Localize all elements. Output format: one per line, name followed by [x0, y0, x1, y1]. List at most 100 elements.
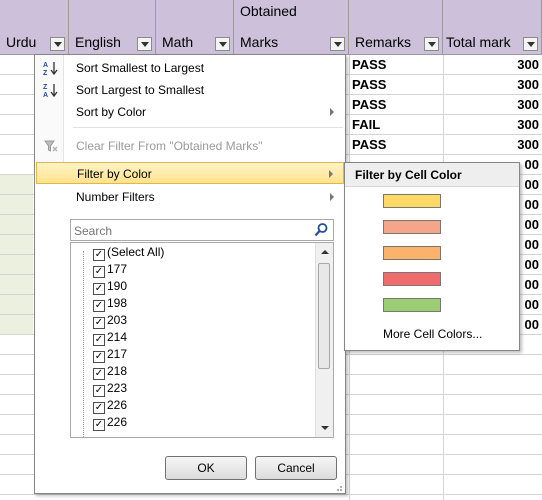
- list-item-label: 218: [107, 364, 128, 378]
- menu-clear-filter[interactable]: Clear Filter From "Obtained Marks": [36, 135, 344, 157]
- filter-dropdown-urdu[interactable]: [50, 37, 65, 51]
- header-math-label: Math: [162, 34, 194, 50]
- green-cell[interactable]: [0, 235, 33, 254]
- green-cell[interactable]: [0, 195, 33, 214]
- remarks-cell[interactable]: PASS: [349, 95, 442, 115]
- total-cell[interactable]: 300: [443, 135, 542, 155]
- green-cell[interactable]: [0, 215, 33, 234]
- header-obtained-marks: Obtained Marks: [234, 0, 349, 55]
- header-total-marks: Total mark: [443, 0, 542, 55]
- green-cell[interactable]: [0, 275, 33, 294]
- scroll-down-icon[interactable]: [321, 426, 329, 430]
- list-item-label: 226: [107, 415, 128, 429]
- search-icon[interactable]: [313, 222, 329, 238]
- resize-grip-icon[interactable]: [333, 481, 343, 491]
- list-item[interactable]: ✓ 198: [93, 295, 128, 312]
- checkbox-checked-icon[interactable]: ✓: [93, 317, 105, 329]
- green-cell[interactable]: [0, 295, 33, 314]
- autofilter-menu: AZ Sort Smallest to Largest ZA Sort Larg…: [34, 54, 346, 494]
- filter-dropdown-remarks[interactable]: [424, 37, 439, 51]
- submenu-title: Filter by Cell Color: [345, 163, 519, 187]
- ok-button[interactable]: OK: [165, 456, 247, 480]
- remarks-cell[interactable]: PASS: [349, 135, 442, 155]
- list-scrollbar[interactable]: [315, 243, 333, 437]
- tree-line: [83, 251, 85, 437]
- list-item[interactable]: ✓ 217: [93, 346, 128, 363]
- filter-dropdown-total[interactable]: [523, 37, 538, 51]
- list-item-label: 217: [107, 347, 128, 361]
- color-swatch-orange[interactable]: [383, 246, 441, 260]
- header-english-label: English: [75, 34, 121, 50]
- list-item[interactable]: ✓ 177: [93, 261, 128, 278]
- menu-sort-descending[interactable]: ZA Sort Largest to Smallest: [36, 79, 344, 101]
- checkbox-checked-icon[interactable]: ✓: [93, 419, 105, 431]
- list-item[interactable]: ✓ 203: [93, 312, 128, 329]
- list-item[interactable]: ✓ 190: [93, 278, 127, 295]
- search-input[interactable]: [71, 220, 312, 242]
- clear-filter-icon: [43, 138, 59, 154]
- search-box[interactable]: [70, 219, 334, 242]
- checkbox-checked-icon[interactable]: ✓: [93, 249, 105, 261]
- checkbox-checked-icon[interactable]: ✓: [93, 334, 105, 346]
- color-swatch-yellow[interactable]: [383, 194, 441, 208]
- list-item[interactable]: ✓ 218: [93, 363, 128, 380]
- sort-by-color-label: Sort by Color: [76, 105, 147, 119]
- color-swatch-salmon[interactable]: [383, 220, 441, 234]
- checkbox-checked-icon[interactable]: ✓: [93, 283, 105, 295]
- total-cell[interactable]: 300: [443, 55, 542, 75]
- svg-text:Z: Z: [43, 84, 48, 91]
- list-item[interactable]: ✓ 223: [93, 380, 127, 397]
- total-cell[interactable]: 300: [443, 95, 542, 115]
- checkbox-checked-icon[interactable]: ✓: [93, 368, 105, 380]
- scroll-up-icon[interactable]: [321, 250, 329, 254]
- menu-sort-by-color[interactable]: Sort by Color: [36, 101, 344, 123]
- checkbox-checked-icon[interactable]: ✓: [93, 385, 105, 397]
- color-swatch-green[interactable]: [383, 298, 441, 312]
- menu-number-filters[interactable]: Number Filters: [36, 186, 344, 208]
- remarks-cell[interactable]: PASS: [349, 55, 442, 75]
- remarks-cell[interactable]: FAIL: [349, 115, 442, 135]
- checkbox-checked-icon[interactable]: ✓: [93, 351, 105, 363]
- filter-dropdown-obtained-marks[interactable]: [330, 37, 345, 51]
- sort-ascending-icon: AZ: [43, 60, 59, 77]
- header-urdu: Urdu: [0, 0, 69, 55]
- header-urdu-label: Urdu: [6, 34, 37, 50]
- filter-by-color-submenu: Filter by Cell Color More Cell Colors...: [344, 162, 520, 351]
- checkbox-checked-icon[interactable]: ✓: [93, 402, 105, 414]
- list-item[interactable]: ✓ 214: [93, 329, 128, 346]
- checkbox-checked-icon[interactable]: ✓: [93, 300, 105, 312]
- color-swatch-red[interactable]: [383, 272, 441, 286]
- green-cell[interactable]: [0, 175, 33, 194]
- filter-by-color-label: Filter by Color: [77, 167, 152, 181]
- header-total-label: Total mark: [446, 34, 511, 50]
- list-item-label: 177: [107, 262, 128, 276]
- clear-filter-label: Clear Filter From "Obtained Marks": [76, 139, 263, 153]
- header-english: English: [69, 0, 156, 55]
- list-item-label: 214: [107, 330, 128, 344]
- list-item[interactable]: ✓ 226: [93, 414, 128, 431]
- submenu-arrow-icon: [330, 193, 334, 201]
- submenu-arrow-icon: [330, 108, 334, 116]
- list-item-label: 203: [107, 313, 128, 327]
- green-cell[interactable]: [0, 255, 33, 274]
- list-item[interactable]: ✓ (Select All): [93, 244, 164, 261]
- number-filters-label: Number Filters: [76, 190, 155, 204]
- checkbox-checked-icon[interactable]: ✓: [93, 266, 105, 278]
- scrollbar-thumb[interactable]: [318, 263, 330, 369]
- green-cell[interactable]: [0, 315, 33, 334]
- remarks-cell[interactable]: PASS: [349, 75, 442, 95]
- list-item[interactable]: ✓ 226: [93, 397, 127, 414]
- filter-dropdown-english[interactable]: [137, 37, 152, 51]
- sort-ascending-label: Sort Smallest to Largest: [76, 61, 205, 75]
- cancel-button[interactable]: Cancel: [255, 456, 337, 480]
- header-math: Math: [156, 0, 234, 55]
- svg-text:A: A: [43, 62, 48, 69]
- menu-sort-ascending[interactable]: AZ Sort Smallest to Largest: [36, 57, 344, 79]
- svg-text:Z: Z: [43, 70, 48, 76]
- total-cell[interactable]: 300: [443, 75, 542, 95]
- total-cell[interactable]: 300: [443, 115, 542, 135]
- menu-filter-by-color[interactable]: Filter by Color: [36, 162, 344, 184]
- filter-dropdown-math[interactable]: [215, 37, 230, 51]
- more-cell-colors-link[interactable]: More Cell Colors...: [383, 327, 482, 341]
- list-item-label: 198: [107, 296, 128, 310]
